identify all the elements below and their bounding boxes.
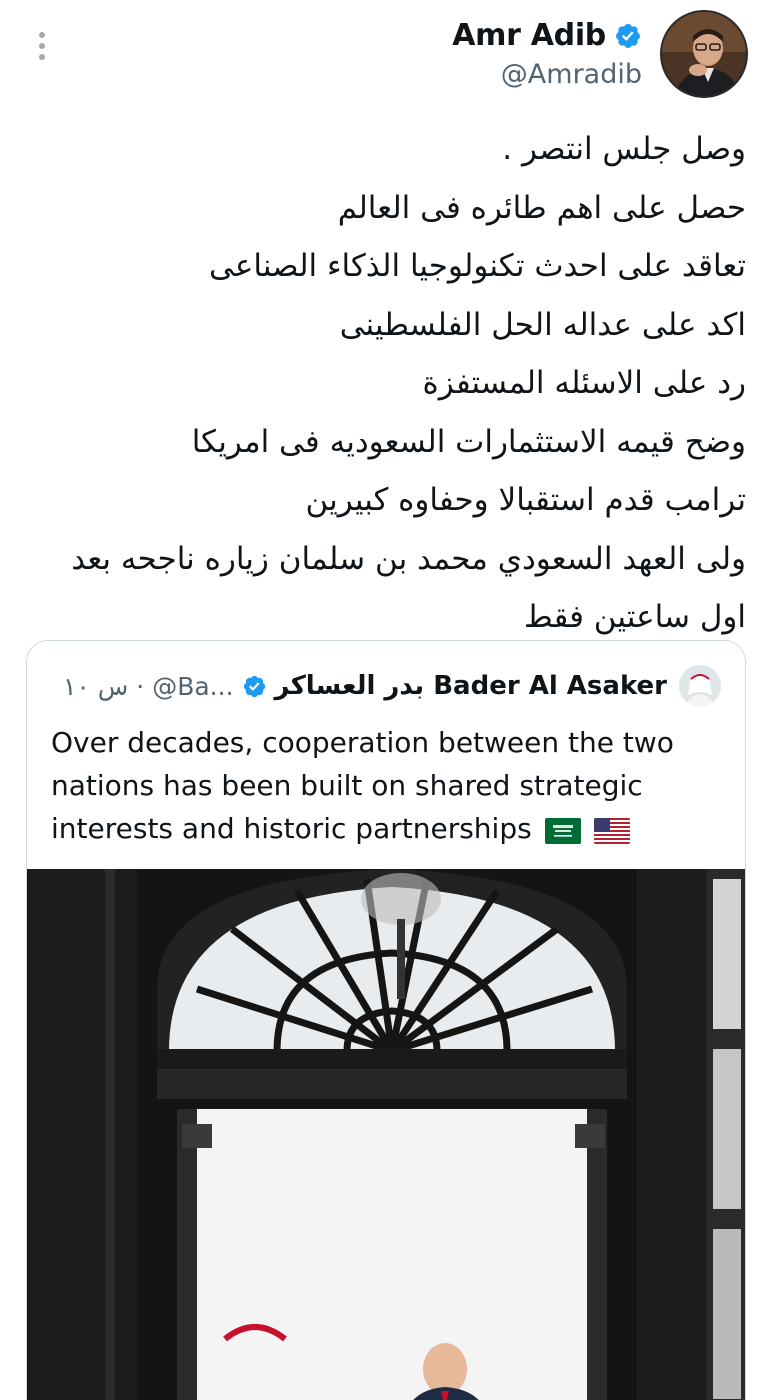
tweet-line: تعاقد على احدث تكنولوجيا الذكاء الصناعى <box>209 248 746 284</box>
verified-badge-icon <box>243 675 265 697</box>
us-flag-icon <box>593 818 630 844</box>
tweet-line: اول ساعتين فقط <box>524 599 746 635</box>
tweet-line: وصل جلس انتصر . <box>502 131 746 167</box>
tweet-text: وصل جلس انتصر . حصل على اهم طائره فى الع… <box>16 120 746 647</box>
author-handle[interactable]: @Amradib <box>452 59 642 90</box>
tweet-line: حصل على اهم طائره فى العالم <box>337 189 746 226</box>
quoted-tweet-card[interactable]: ۱۰ س · @Ba... بدر العساكر Bader Al Asake… <box>26 640 746 1400</box>
more-dot <box>39 43 45 49</box>
doorway-photo <box>27 869 745 1400</box>
more-dot <box>39 32 45 38</box>
quoted-avatar-image <box>679 665 721 707</box>
tweet-author[interactable]: Amr Adib @Amradib <box>452 10 748 98</box>
quoted-tweet-photo[interactable] <box>27 869 745 1400</box>
more-options-button[interactable] <box>24 26 60 66</box>
saudi-flag-icon <box>544 818 581 844</box>
quoted-tweet-header: ۱۰ س · @Ba... بدر العساكر Bader Al Asake… <box>27 657 745 715</box>
tweet-line: وضح قيمه الاستثمارات السعوديه فى امريكا <box>191 423 746 460</box>
author-avatar[interactable] <box>660 10 748 98</box>
more-dot <box>39 54 45 60</box>
author-name[interactable]: Amr Adib <box>452 18 606 53</box>
tweet-line: ترامب قدم استقبالا وحفاوه كبيرين <box>305 482 746 518</box>
author-avatar-image <box>662 12 746 96</box>
author-name-row: Amr Adib <box>452 18 642 53</box>
author-names: Amr Adib @Amradib <box>452 18 642 90</box>
tweet-line: ولى العهد السعودي محمد بن سلمان زياره نا… <box>71 540 746 577</box>
tweet-line: رد على الاسئله المستفزة <box>422 365 746 401</box>
quoted-tweet-text: Over decades, cooperation between the tw… <box>51 721 723 850</box>
quoted-tweet-body: Over decades, cooperation between the tw… <box>51 726 674 845</box>
quoted-tweet-handle[interactable]: @Ba... <box>152 672 233 701</box>
quoted-tweet-avatar[interactable] <box>679 665 721 707</box>
quoted-tweet-time[interactable]: ۱۰ س · <box>63 672 144 701</box>
quoted-tweet-author-name[interactable]: بدر العساكر Bader Al Asaker <box>275 671 667 701</box>
tweet-line: اكد على عداله الحل الفلسطينى <box>339 306 746 343</box>
verified-badge-icon <box>616 23 640 48</box>
